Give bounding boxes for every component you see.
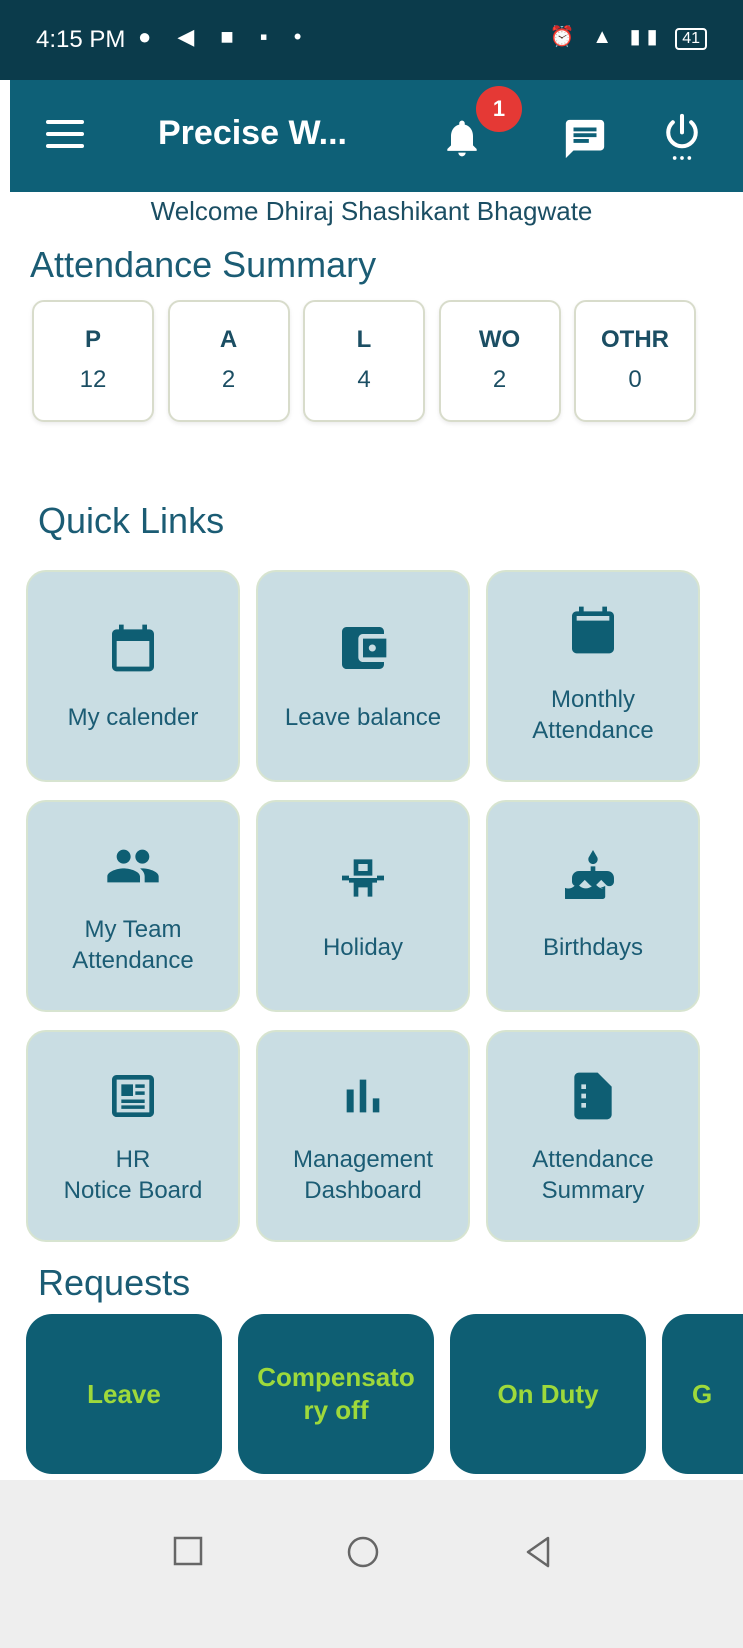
label-line: Attendance [72, 947, 194, 974]
quick-link-label: Attendance Summary [494, 1144, 692, 1206]
quick-link-management-dashboard[interactable]: Management Dashboard [256, 1030, 470, 1242]
requests-carousel[interactable]: Leave Compensato ry off On Duty G [26, 1314, 743, 1476]
document-icon [488, 1068, 698, 1129]
bar-chart-icon [258, 1068, 468, 1129]
people-icon [28, 838, 238, 899]
card-value: 12 [79, 366, 107, 393]
quick-links-grid: My calender Leave balance Monthly Attend… [26, 570, 700, 1242]
request-leave-button[interactable]: Leave [26, 1314, 222, 1474]
quick-link-monthly-attendance[interactable]: Monthly Attendance [486, 570, 700, 782]
attendance-card-absent[interactable]: A 2 [167, 300, 290, 422]
cake-icon [488, 850, 698, 911]
card-value: 2 [221, 366, 236, 393]
quick-link-attendance-summary[interactable]: Attendance Summary [486, 1030, 700, 1242]
system-nav-bar [0, 1480, 743, 1648]
request-label: G [692, 1378, 713, 1409]
card-value: 4 [357, 366, 371, 393]
label-line: Attendance [532, 1146, 654, 1173]
status-time: 4:15 PM [36, 26, 126, 53]
attendance-card-weekoff[interactable]: WO 2 [438, 300, 561, 422]
card-value: 2 [492, 366, 507, 393]
attendance-card-leave[interactable]: L 4 [303, 300, 425, 422]
quick-link-label: Monthly Attendance [494, 684, 692, 746]
attendance-summary-title: Attendance Summary [30, 244, 377, 285]
requests-title: Requests [38, 1262, 191, 1303]
welcome-text: Welcome Dhiraj Shashikant Bhagwate [150, 196, 593, 226]
attendance-card-present[interactable]: P 12 [32, 300, 154, 422]
calendar-icon [28, 620, 238, 681]
power-icon[interactable] [660, 110, 704, 167]
menu-icon[interactable] [46, 120, 84, 150]
quick-link-holiday[interactable]: Holiday [256, 800, 470, 1012]
chat-icon[interactable] [562, 116, 608, 167]
chair-icon [258, 850, 468, 911]
quick-link-label: Leave balance [284, 704, 442, 731]
quick-link-label: My Team Attendance [34, 914, 232, 976]
app-title: Precise W... [158, 114, 347, 152]
label-line: Notice Board [63, 1177, 203, 1204]
label-line: Monthly [550, 686, 636, 713]
request-partial-button[interactable]: G [662, 1314, 743, 1474]
card-label: WO [478, 326, 521, 353]
label-line: Attendance [532, 717, 654, 744]
quick-link-label: HR Notice Board [34, 1144, 232, 1206]
notification-badge: 1 [476, 86, 522, 132]
status-bar: 4:15 PM ● ◀ ■ ▪ • ⏰ ▲ ▮▮ 41 [0, 0, 743, 80]
attendance-summary-cards: P 12 A 2 L 4 WO 2 OTHR 0 [32, 300, 696, 422]
quick-link-label: My calender [67, 704, 199, 731]
request-compensatory-off-button[interactable]: Compensato ry off [238, 1314, 434, 1474]
label-line: Summary [541, 1177, 645, 1204]
quick-link-birthdays[interactable]: Birthdays [486, 800, 700, 1012]
label-line: HR [115, 1146, 151, 1173]
quick-link-hr-notice-board[interactable]: HR Notice Board [26, 1030, 240, 1242]
label-line: Compensato [257, 1362, 415, 1392]
recents-icon[interactable] [172, 1535, 204, 1572]
quick-link-label: Holiday [322, 934, 404, 961]
request-label: On Duty [497, 1378, 599, 1409]
home-icon[interactable] [346, 1535, 380, 1574]
label-line: ry off [303, 1395, 369, 1425]
request-label: Leave [87, 1378, 161, 1409]
calendar-filled-icon [488, 602, 698, 663]
attendance-card-other[interactable]: OTHR 0 [574, 300, 696, 422]
card-label: OTHR [601, 326, 669, 353]
back-icon[interactable] [522, 1535, 554, 1574]
quick-links-title: Quick Links [38, 500, 225, 541]
quick-link-label: Birthdays [542, 934, 644, 961]
request-on-duty-button[interactable]: On Duty [450, 1314, 646, 1474]
notification-icons: ● ◀ ■ ▪ • [138, 24, 312, 49]
card-label: A [219, 326, 238, 353]
quick-link-leave-balance[interactable]: Leave balance [256, 570, 470, 782]
card-label: P [84, 326, 101, 353]
newspaper-icon [28, 1068, 238, 1129]
quick-link-label: Management Dashboard [264, 1144, 462, 1206]
wallet-icon [258, 620, 468, 681]
quick-link-my-calender[interactable]: My calender [26, 570, 240, 782]
label-line: My Team [84, 916, 182, 943]
request-label: Compensato ry off [257, 1361, 414, 1427]
card-value: 0 [628, 366, 642, 393]
quick-link-my-team-attendance[interactable]: My Team Attendance [26, 800, 240, 1012]
app-bar: Precise W... 1 [10, 80, 743, 192]
label-line: Management [292, 1146, 434, 1173]
battery-icon: 41 [675, 28, 707, 50]
label-line: Dashboard [304, 1177, 422, 1204]
card-label: L [356, 326, 372, 353]
system-icons: ⏰ ▲ ▮▮ 41 [550, 24, 707, 50]
